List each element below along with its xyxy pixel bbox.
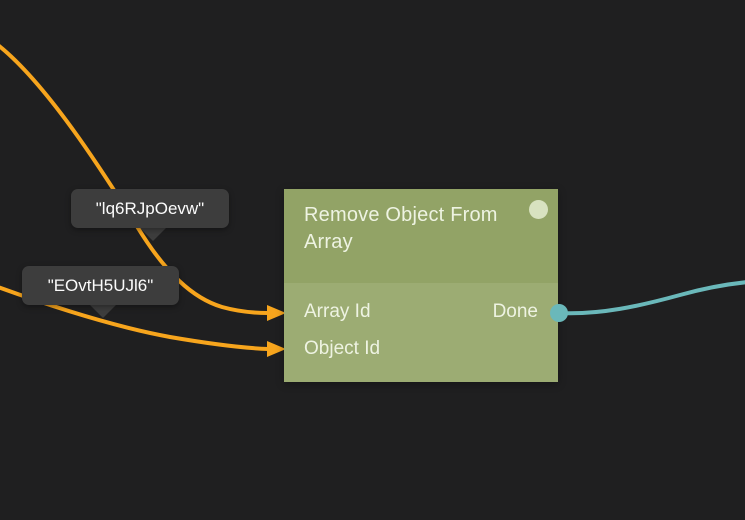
value-label[interactable]: "EOvtH5UJl6" — [22, 266, 179, 305]
value-label[interactable]: "lq6RJpOevw" — [71, 189, 229, 228]
output-wire-done[interactable] — [559, 282, 745, 313]
output-wire-layer — [0, 0, 745, 520]
output-port-done[interactable] — [550, 304, 568, 322]
node-editor-canvas[interactable]: Remove Object From Array Array Id Done O… — [0, 0, 745, 520]
